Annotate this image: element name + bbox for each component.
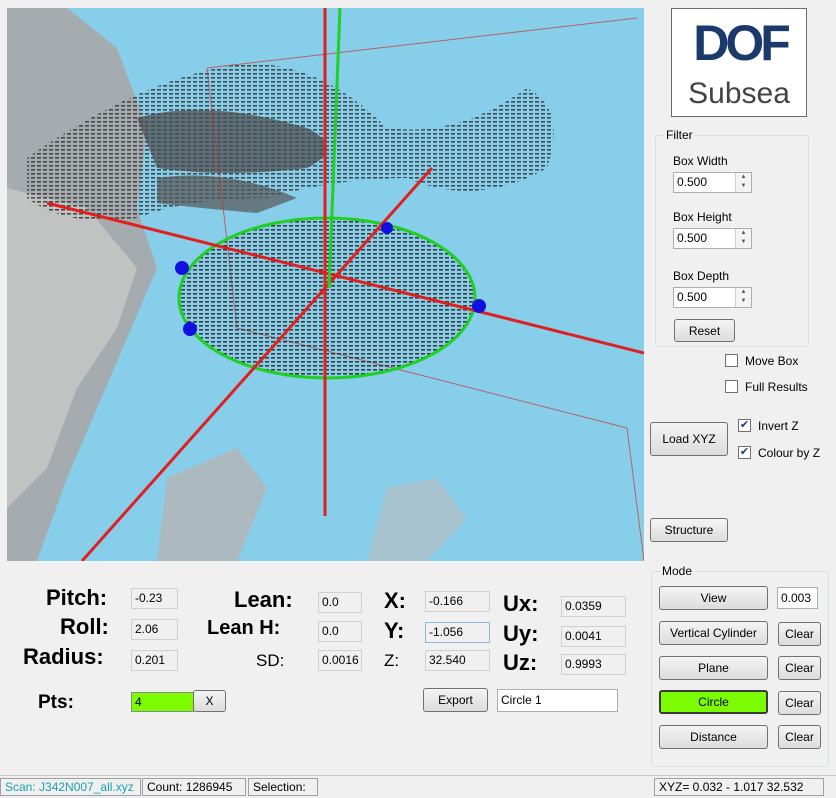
spinner-arrows[interactable]: ▲ ▼	[735, 288, 751, 307]
point-marker	[472, 299, 486, 313]
point-marker	[175, 261, 189, 275]
box-width-spinner[interactable]: 0.500 ▲ ▼	[673, 172, 752, 193]
status-bar: Scan: J342N007_all.xyz Count: 1286945 Se…	[0, 775, 836, 798]
point-cloud-viewport[interactable]	[7, 8, 644, 561]
distance-button[interactable]: Distance	[659, 725, 768, 749]
export-button[interactable]: Export	[423, 688, 488, 712]
dof-subsea-logo: DOF Subsea	[671, 8, 807, 117]
z-label: Z:	[384, 651, 400, 670]
uz-label: Uz:	[503, 650, 538, 675]
spin-down-icon[interactable]: ▼	[736, 182, 751, 191]
invert-z-checkbox[interactable]: ✔	[738, 419, 751, 432]
lean-h-value: 0.0	[318, 621, 362, 642]
z-value: 32.540	[425, 650, 490, 671]
pitch-label: Pitch:	[46, 585, 108, 610]
point-cloud-canvas[interactable]	[7, 8, 644, 561]
spin-up-icon[interactable]: ▲	[736, 288, 751, 297]
box-height-value: 0.500	[677, 231, 708, 245]
spin-down-icon[interactable]: ▼	[736, 297, 751, 306]
circle-button[interactable]: Circle	[659, 690, 768, 714]
move-box-checkbox[interactable]	[725, 354, 738, 367]
ux-value: 0.0359	[561, 596, 626, 617]
full-results-checkbox[interactable]	[725, 380, 738, 393]
uz-value: 0.9993	[561, 654, 626, 675]
roll-value: 2.06	[131, 619, 178, 640]
x-value: -0.166	[425, 591, 490, 612]
spinner-arrows[interactable]: ▲ ▼	[735, 173, 751, 192]
radius-value: 0.201	[131, 650, 178, 671]
lean-value: 0.0	[318, 592, 362, 613]
vertical-cylinder-button[interactable]: Vertical Cylinder	[659, 621, 768, 645]
box-height-label: Box Height	[673, 210, 732, 224]
spin-up-icon[interactable]: ▲	[736, 229, 751, 238]
point-count: Count: 1286945	[142, 778, 246, 796]
uy-value: 0.0041	[561, 626, 626, 647]
view-button[interactable]: View	[659, 586, 768, 610]
clear-plane-button[interactable]: Clear	[778, 656, 821, 680]
clear-distance-button[interactable]: Clear	[778, 725, 821, 749]
uy-label: Uy:	[503, 621, 539, 646]
terrain-bottom	[157, 448, 267, 561]
spin-down-icon[interactable]: ▼	[736, 238, 751, 247]
lean-label: Lean:	[234, 587, 293, 612]
point-marker	[183, 322, 197, 336]
shape-name-input[interactable]: Circle 1	[497, 689, 618, 712]
logo-text-dof: DOF	[693, 15, 791, 71]
colour-by-z-label: Colour by Z	[758, 446, 821, 460]
pitch-value: -0.23	[131, 588, 178, 609]
box-width-value: 0.500	[677, 175, 708, 189]
sd-label: SD:	[256, 651, 285, 670]
sd-value: 0.0016	[318, 650, 362, 671]
filter-title: Filter	[664, 128, 695, 142]
mode-title: Mode	[660, 564, 695, 578]
colour-by-z-checkbox[interactable]: ✔	[738, 446, 751, 459]
spinner-arrows[interactable]: ▲ ▼	[735, 229, 751, 248]
box-depth-label: Box Depth	[673, 269, 730, 283]
plane-button[interactable]: Plane	[659, 656, 768, 680]
scan-filename: Scan: J342N007_all.xyz	[0, 778, 141, 796]
y-value: -1.056	[425, 622, 490, 643]
point-marker	[381, 222, 393, 234]
lean-h-label: Lean H:	[207, 617, 281, 639]
box-height-spinner[interactable]: 0.500 ▲ ▼	[673, 228, 752, 249]
radius-label: Radius:	[23, 644, 104, 669]
logo-text-subsea: Subsea	[688, 77, 790, 110]
move-box-label: Move Box	[745, 354, 799, 368]
terrain-bottom-right	[367, 478, 467, 561]
view-step-input[interactable]: 0.003	[777, 587, 818, 609]
spin-up-icon[interactable]: ▲	[736, 173, 751, 182]
pts-count: 4	[131, 692, 194, 712]
ux-label: Ux:	[503, 591, 539, 616]
box-depth-value: 0.500	[677, 290, 708, 304]
pts-label: Pts:	[38, 692, 74, 713]
clear-points-button[interactable]: X	[193, 690, 226, 712]
reset-button[interactable]: Reset	[674, 319, 735, 342]
invert-z-label: Invert Z	[758, 419, 799, 433]
roll-label: Roll:	[60, 614, 109, 639]
full-results-label: Full Results	[745, 380, 808, 394]
cursor-xyz: XYZ= 0.032 - 1.017 32.532	[654, 778, 824, 796]
clear-cylinder-button[interactable]: Clear	[778, 622, 821, 646]
y-label: Y:	[384, 618, 405, 643]
box-width-label: Box Width	[673, 154, 728, 168]
structure-button[interactable]: Structure	[650, 518, 728, 542]
clear-circle-button[interactable]: Clear	[778, 691, 821, 715]
x-label: X:	[384, 588, 406, 613]
box-depth-spinner[interactable]: 0.500 ▲ ▼	[673, 287, 752, 308]
load-xyz-button[interactable]: Load XYZ	[650, 422, 728, 456]
selection-status: Selection:	[248, 778, 318, 796]
